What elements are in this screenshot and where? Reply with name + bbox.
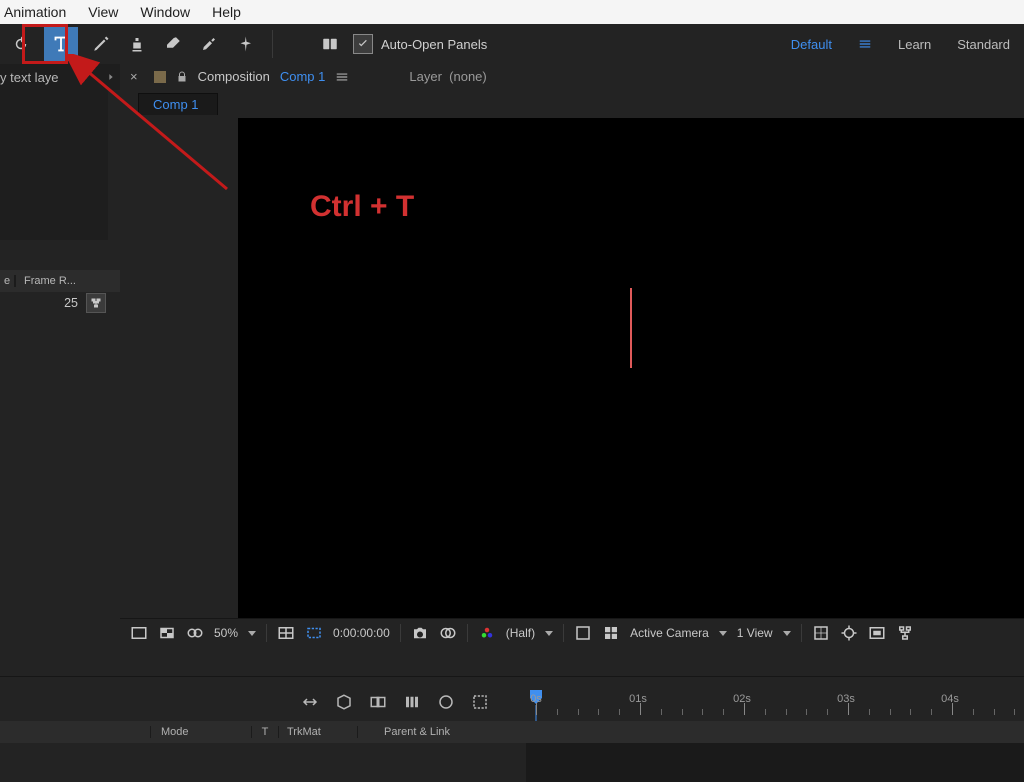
col-e[interactable]: e <box>0 275 15 287</box>
workspace-switcher: Default Learn Standard <box>791 37 1016 52</box>
composition-tab-row: Comp 1 <box>120 90 1024 118</box>
col-mode[interactable]: Mode <box>150 726 251 738</box>
grid-guides-icon[interactable] <box>812 624 830 642</box>
toolbar-separator <box>272 30 273 58</box>
timeline-tracks-area[interactable] <box>526 743 1024 782</box>
layer-label: Layer (none) <box>409 69 486 84</box>
col-t[interactable]: T <box>251 726 278 738</box>
project-columns-header: e Frame R... <box>0 270 120 292</box>
frame-blend-icon[interactable] <box>368 692 388 712</box>
workspace-default[interactable]: Default <box>791 37 832 52</box>
chevron-down-icon[interactable] <box>248 631 256 636</box>
puppet-pin-tool-icon[interactable] <box>232 31 258 57</box>
text-cursor <box>630 288 632 368</box>
ruler-ticks <box>528 687 1024 715</box>
toggle-alpha-icon[interactable] <box>158 624 176 642</box>
project-row-fps: 25 <box>64 296 78 310</box>
project-panel-fragment: y text laye <box>0 64 120 90</box>
resolution-grid-icon[interactable] <box>277 624 295 642</box>
menu-help[interactable]: Help <box>208 2 245 22</box>
composition-color-swatch <box>154 71 166 83</box>
composition-panel-tabstrip: y text laye × Composition Comp 1 Layer (… <box>0 64 1024 90</box>
roto-brush-tool-icon[interactable] <box>196 31 222 57</box>
project-row[interactable]: 25 <box>0 292 112 314</box>
menu-view[interactable]: View <box>84 2 122 22</box>
col-parent[interactable]: Parent & Link <box>357 726 1024 738</box>
separator <box>266 624 267 642</box>
main-toolbar: Auto-Open Panels Default Learn Standard <box>0 24 1024 65</box>
workspace-menu-icon[interactable] <box>858 37 872 51</box>
timecode-value[interactable]: 0:00:00:00 <box>333 626 390 640</box>
close-icon[interactable]: × <box>130 69 138 84</box>
workspace-standard[interactable]: Standard <box>957 37 1010 52</box>
menu-bar: Animation View Window Help <box>0 0 1024 24</box>
flowchart-icon[interactable] <box>86 293 106 313</box>
view-layout-icon[interactable] <box>130 624 148 642</box>
menu-animation[interactable]: Animation <box>0 2 70 22</box>
graph-editor-icon[interactable] <box>436 692 456 712</box>
separator <box>801 624 802 642</box>
lock-icon[interactable] <box>176 71 188 83</box>
shy-toggle-icon[interactable] <box>300 692 320 712</box>
camera-value[interactable]: Active Camera <box>630 626 709 640</box>
snapshot-icon[interactable] <box>411 624 429 642</box>
project-info-box <box>0 90 108 240</box>
type-tool-icon[interactable] <box>44 27 78 61</box>
views-value[interactable]: 1 View <box>737 626 773 640</box>
col-frame-rate[interactable]: Frame R... <box>15 275 120 287</box>
mask-visibility-icon[interactable] <box>186 624 204 642</box>
show-snapshot-icon[interactable] <box>439 624 457 642</box>
separator <box>563 624 564 642</box>
draft-3d-icon[interactable] <box>334 692 354 712</box>
separator <box>400 624 401 642</box>
composition-name[interactable]: Comp 1 <box>280 69 326 84</box>
chevron-down-icon[interactable] <box>719 631 727 636</box>
fast-preview-icon[interactable] <box>868 624 886 642</box>
rotate-tool-icon[interactable] <box>8 31 34 57</box>
chevron-right-icon <box>106 72 116 82</box>
viewer-canvas[interactable] <box>238 118 1024 619</box>
menu-window[interactable]: Window <box>136 2 194 22</box>
separator <box>467 624 468 642</box>
col-trkmat[interactable]: TrkMat <box>278 726 357 738</box>
pixel-aspect-icon[interactable] <box>602 624 620 642</box>
flowchart-view-icon[interactable] <box>896 624 914 642</box>
workspace-learn[interactable]: Learn <box>898 37 931 52</box>
exposure-icon[interactable] <box>840 624 858 642</box>
auto-open-panels-toggle[interactable]: Auto-Open Panels <box>353 34 487 54</box>
channel-icon[interactable] <box>478 624 496 642</box>
chevron-down-icon[interactable] <box>545 631 553 636</box>
app-root: Animation View Window Help <box>0 0 1024 782</box>
chevron-down-icon[interactable] <box>783 631 791 636</box>
region-of-interest-icon[interactable] <box>305 624 323 642</box>
zoom-value[interactable]: 50% <box>214 626 238 640</box>
auto-open-panels-label: Auto-Open Panels <box>381 37 487 52</box>
viewer-footer: 50% 0:00:00:00 (Half) Active Camera 1 Vi… <box>120 618 1024 647</box>
timeline-columns-header: Mode T TrkMat Parent & Link <box>0 721 1024 743</box>
clone-stamp-tool-icon[interactable] <box>124 31 150 57</box>
checkbox-icon <box>353 34 373 54</box>
composition-viewer: 50% 0:00:00:00 (Half) Active Camera 1 Vi… <box>120 118 1024 647</box>
project-panel-area: e Frame R... 25 <box>0 90 120 677</box>
composition-header: × Composition Comp 1 Layer (none) <box>120 64 1024 91</box>
motion-blur-icon[interactable] <box>402 692 422 712</box>
panel-menu-icon[interactable] <box>335 70 349 84</box>
timeline-panel: 0s 01s 02s 03s 04s Mode T TrkMat Parent … <box>0 676 1024 782</box>
composition-label: Composition <box>198 69 270 84</box>
snap-panel-icon[interactable] <box>317 31 343 57</box>
time-ruler[interactable]: 0s 01s 02s 03s 04s <box>528 687 1024 715</box>
transparency-grid-icon[interactable] <box>574 624 592 642</box>
project-hint-text: y text laye <box>0 70 59 85</box>
brainstorm-icon[interactable] <box>470 692 490 712</box>
pen-tool-icon[interactable] <box>88 31 114 57</box>
composition-tab[interactable]: Comp 1 <box>138 93 218 115</box>
resolution-value[interactable]: (Half) <box>506 626 535 640</box>
eraser-tool-icon[interactable] <box>160 31 186 57</box>
